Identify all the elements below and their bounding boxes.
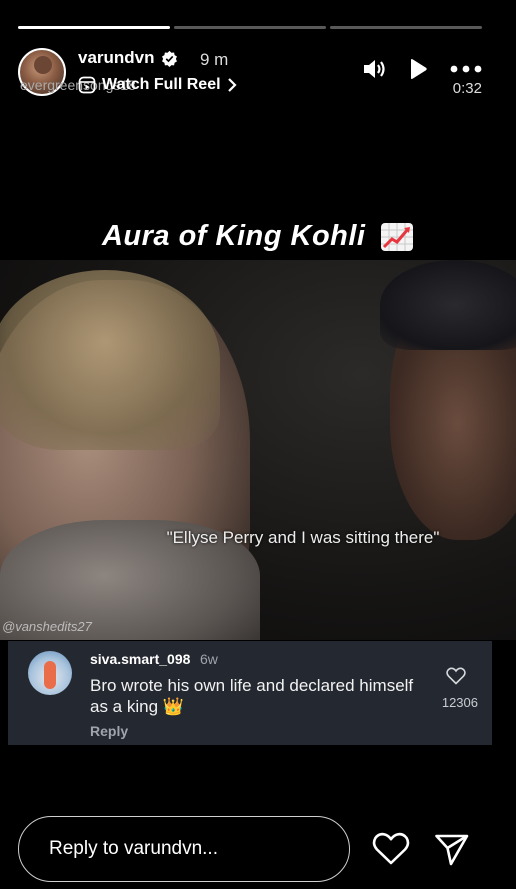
comment-reply-button[interactable]: Reply — [90, 723, 128, 739]
reel-video-frame[interactable]: "Ellyse Perry and I was sitting there" @… — [0, 260, 516, 640]
story-header: varundvn 9 m evergreensongs18 Watch Full… — [18, 44, 496, 100]
story-controls — [362, 58, 482, 80]
chevron-right-icon — [227, 78, 237, 92]
video-hair — [0, 270, 220, 450]
watch-full-reel-link[interactable]: Watch Full Reel — [78, 76, 237, 94]
verified-badge-icon — [161, 50, 177, 67]
video-duration: 0:32 — [452, 80, 482, 97]
heart-icon[interactable] — [446, 667, 466, 685]
watch-full-reel-label[interactable]: Watch Full Reel — [102, 76, 221, 94]
send-icon[interactable] — [434, 833, 470, 867]
progress-segment — [174, 26, 326, 29]
progress-segment — [330, 26, 482, 29]
more-icon[interactable] — [450, 65, 482, 73]
story-progress-bar — [18, 26, 482, 29]
username-text[interactable]: varundvn — [78, 48, 155, 68]
like-heart-icon[interactable] — [372, 832, 410, 866]
speaker-icon[interactable] — [362, 58, 386, 80]
reply-input[interactable]: Reply to varundvn... — [18, 816, 350, 882]
username[interactable]: varundvn — [78, 48, 178, 68]
story-caption: Aura of King Kohli — [0, 220, 516, 253]
post-time: 9 m — [200, 50, 229, 69]
comment-username[interactable]: siva.smart_098 — [90, 651, 190, 667]
reply-input-placeholder: Reply to varundvn... — [49, 838, 218, 859]
play-icon[interactable] — [408, 58, 428, 80]
video-watermark: @vanshedits27 — [2, 619, 92, 634]
video-subtitle: "Ellyse Perry and I was sitting there" — [166, 528, 440, 547]
progress-segment — [18, 26, 170, 29]
reel-icon — [78, 76, 96, 94]
featured-comment-card[interactable]: siva.smart_098 6w Bro wrote his own life… — [8, 641, 492, 745]
comment-avatar[interactable] — [28, 651, 72, 695]
video-cap — [380, 260, 516, 350]
chart-increasing-icon — [381, 223, 414, 252]
comment-age: 6w — [200, 651, 218, 667]
caption-text: Aura of King Kohli — [101, 220, 366, 252]
comment-text: Bro wrote his own life and declared hims… — [90, 676, 414, 716]
comment-like-count: 12306 — [441, 695, 478, 710]
